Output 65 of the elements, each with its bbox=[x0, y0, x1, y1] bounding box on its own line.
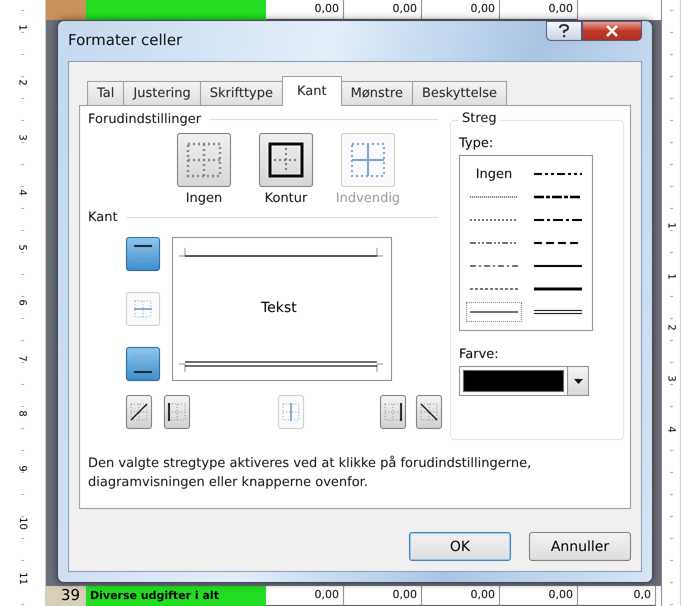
tab[interactable]: Kant bbox=[282, 76, 342, 106]
ruler-number: 4 bbox=[666, 426, 676, 433]
row-header bbox=[46, 0, 86, 20]
table-cell: 0,00 bbox=[422, 586, 500, 606]
ruler-number: 9 bbox=[17, 464, 28, 472]
line-style-option[interactable] bbox=[466, 302, 522, 322]
table-cell: 0,0 bbox=[578, 586, 656, 606]
border-toggle-button[interactable] bbox=[126, 395, 152, 429]
ruler-number: 5 bbox=[17, 244, 28, 252]
line-style-icon bbox=[534, 170, 582, 178]
ok-button[interactable]: OK bbox=[409, 532, 511, 561]
row-header: 39 bbox=[46, 586, 86, 606]
field-label: Farve: bbox=[459, 347, 500, 362]
border-toggle-button[interactable] bbox=[164, 395, 190, 429]
table-cell: 0,00 bbox=[266, 586, 344, 606]
table-cell: 0,00 bbox=[500, 586, 578, 606]
line-style-icon bbox=[534, 262, 582, 270]
cancel-button[interactable]: Annuller bbox=[529, 532, 631, 561]
ruler-number: 10 bbox=[17, 516, 28, 530]
window-title: Formater celler bbox=[68, 31, 182, 49]
ruler-number: 1 bbox=[17, 24, 28, 31]
color-dropdown[interactable] bbox=[459, 366, 589, 396]
ruler-number: 1 bbox=[666, 273, 676, 280]
tab[interactable]: Skrifttype bbox=[200, 81, 283, 105]
border-toggle-button[interactable] bbox=[380, 395, 406, 429]
ruler-number: 4 bbox=[17, 190, 28, 196]
ruler-number: 7 bbox=[17, 354, 28, 362]
ruler-number: 3 bbox=[666, 375, 676, 382]
line-style-icon bbox=[534, 308, 582, 316]
field-label: Type: bbox=[459, 136, 494, 151]
line-style-option[interactable]: Ingen bbox=[466, 164, 522, 184]
ruler-number: 1 bbox=[666, 222, 676, 229]
tab[interactable]: Justering bbox=[123, 81, 201, 105]
close-button[interactable] bbox=[582, 21, 642, 41]
ruler-number: 2 bbox=[17, 79, 28, 86]
preset-label: Kontur bbox=[264, 191, 308, 206]
preset-label: Indvendig bbox=[336, 191, 400, 206]
help-button[interactable] bbox=[546, 21, 582, 41]
close-icon bbox=[605, 25, 619, 37]
ruler-number: 11 bbox=[17, 572, 28, 585]
table-cell: Diverse udgifter i alt bbox=[86, 586, 266, 606]
line-style-icon bbox=[534, 216, 582, 224]
ruler-number: 3 bbox=[17, 134, 28, 141]
line-style-icon bbox=[534, 285, 582, 293]
border-toggle-button[interactable] bbox=[416, 395, 442, 429]
group-heading: Forudindstillinger bbox=[88, 112, 202, 127]
help-icon bbox=[558, 24, 570, 38]
ruler-number: 6 bbox=[17, 300, 28, 306]
preset-button[interactable] bbox=[259, 133, 313, 187]
group-heading: Streg bbox=[459, 111, 500, 126]
tab[interactable]: Tal bbox=[87, 81, 124, 105]
ruler-number: 8 bbox=[17, 410, 28, 416]
border-toggle-button[interactable] bbox=[126, 347, 160, 381]
border-toggle-button[interactable] bbox=[126, 237, 160, 271]
line-style-list[interactable]: Ingen bbox=[459, 155, 593, 331]
group-heading: Kant bbox=[88, 210, 118, 225]
tab[interactable]: Mønstre bbox=[340, 81, 413, 105]
help-text: Den valgte stregtype aktiveres ved at klikke på forudindstillingerne, diagramvisningen eller knapperne ovenfor. bbox=[88, 454, 532, 492]
dropdown-arrow-icon bbox=[574, 378, 582, 384]
tab[interactable]: Beskyttelse bbox=[412, 81, 507, 105]
line-style-icon bbox=[534, 193, 582, 201]
preset-label: Ingen bbox=[186, 191, 222, 206]
table-cell: 0,00 bbox=[344, 586, 422, 606]
ruler-number: 2 bbox=[666, 324, 676, 331]
preview-text: Tekst bbox=[261, 300, 297, 316]
